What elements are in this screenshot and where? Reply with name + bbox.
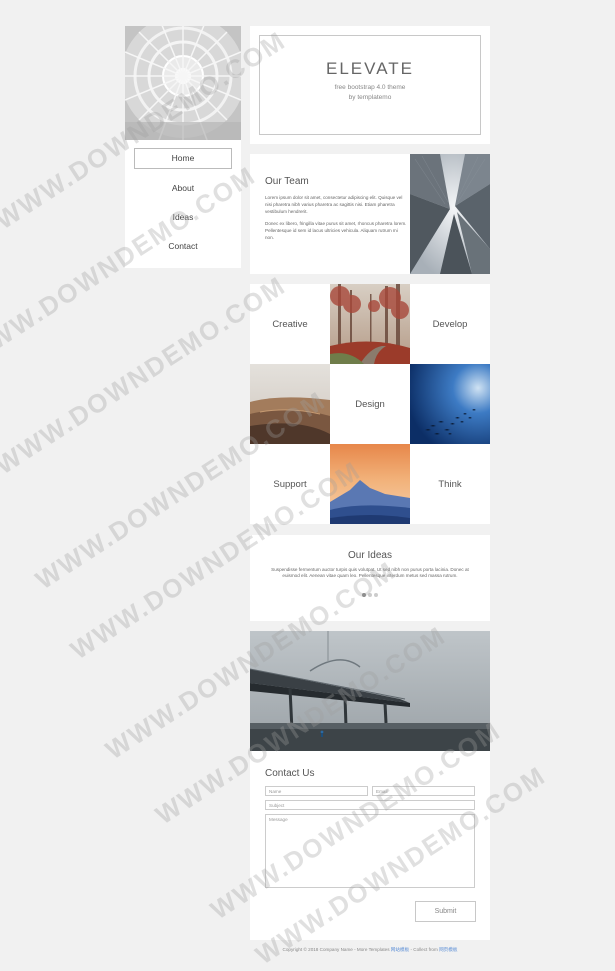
contact-section: Contact Us Name Email Subject Message Su… <box>249 631 490 940</box>
main-nav: Home About Ideas Contact <box>125 140 241 256</box>
ideas-title: Our Ideas <box>348 550 392 561</box>
team-paragraph-2: Donec ex libero, fringilla vitae purus s… <box>265 221 407 240</box>
desert-image <box>250 364 330 444</box>
footer-copyright: Copyright © 2018 Company Name - More Tem… <box>282 947 390 952</box>
footer-collect-text: - Collect from <box>409 947 440 952</box>
grid-label-creative: Creative <box>272 318 308 330</box>
ideas-section: Our Ideas Suspendisse fermentum auctor t… <box>250 535 490 621</box>
mountain-sunset-image <box>330 444 410 524</box>
site-header: ELEVATE free bootstrap 4.0 theme by temp… <box>250 26 490 144</box>
footer: Copyright © 2018 Company Name - More Tem… <box>250 947 490 953</box>
message-textarea[interactable]: Message <box>265 814 475 888</box>
nav-item-home[interactable]: Home <box>134 148 232 169</box>
header-frame: ELEVATE free bootstrap 4.0 theme by temp… <box>259 35 481 135</box>
team-section: Our Team Lorem ipsum dolor sit amet, con… <box>250 154 490 274</box>
carousel-dot-1[interactable] <box>362 593 366 597</box>
team-paragraph-1: Lorem ipsum dolor sit amet, consectetur … <box>265 195 403 214</box>
contact-form: Contact Us Name Email Subject Message Su… <box>265 768 476 922</box>
grid-label-support: Support <box>273 478 307 490</box>
services-grid: Creative Develop Design Support Think <box>250 284 490 524</box>
team-text: Our Team Lorem ipsum dolor sit amet, con… <box>265 176 407 248</box>
subject-input[interactable]: Subject <box>265 800 475 810</box>
tagline-line-2: by templatemo <box>348 94 392 101</box>
forest-image <box>330 284 410 364</box>
sidebar-dome-image <box>125 26 241 140</box>
nav-item-ideas[interactable]: Ideas <box>135 208 231 227</box>
bridge-fog-image <box>249 631 490 751</box>
tagline-line-1: free bootstrap 4.0 theme <box>334 84 406 91</box>
nav-item-about[interactable]: About <box>135 179 231 198</box>
watermark: WWW.DOWNDEMO.COM <box>0 270 292 481</box>
contact-title: Contact Us <box>265 768 315 779</box>
brand-title: ELEVATE <box>325 59 414 78</box>
submit-button[interactable]: Submit <box>415 901 476 922</box>
name-input[interactable]: Name <box>265 786 368 796</box>
carousel-dot-3[interactable] <box>374 593 378 597</box>
ideas-text: Suspendisse fermentum auctor turpis quis… <box>271 567 469 578</box>
team-title: Our Team <box>265 176 309 187</box>
nav-item-contact[interactable]: Contact <box>135 237 231 256</box>
grid-label-develop: Develop <box>432 318 468 330</box>
carousel-indicators <box>250 584 490 602</box>
carousel-dot-2[interactable] <box>368 593 372 597</box>
grid-label-design: Design <box>355 398 385 410</box>
team-buildings-image <box>410 154 490 274</box>
birds-sky-image <box>410 364 490 444</box>
sidebar: Home About Ideas Contact <box>125 26 241 268</box>
footer-link-templates[interactable]: 网站模板 <box>391 947 409 952</box>
grid-label-think: Think <box>438 478 462 490</box>
email-input[interactable]: Email <box>372 786 475 796</box>
footer-link-collect[interactable]: 网页模板 <box>439 947 457 952</box>
